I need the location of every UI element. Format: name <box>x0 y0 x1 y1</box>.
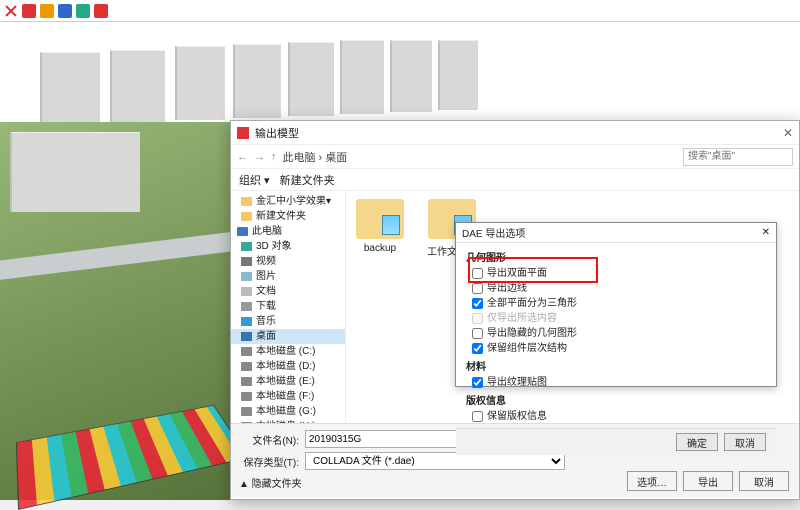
tree-item[interactable]: 本地磁盘 (E:) <box>231 374 345 389</box>
tree-item[interactable]: 本地磁盘 (G:) <box>231 404 345 419</box>
tree-label: 图片 <box>256 270 276 283</box>
section-copyright: 版权信息 <box>466 392 766 407</box>
close-icon[interactable]: ✕ <box>783 126 793 140</box>
cancel-button[interactable]: 取消 <box>724 433 766 451</box>
folder-icon <box>241 422 252 423</box>
tree-item[interactable]: 视频 <box>231 254 345 269</box>
tree-item[interactable]: 下载 <box>231 299 345 314</box>
cb-hidden-geom[interactable]: 导出隐藏的几何图形 <box>466 326 766 341</box>
new-folder-button[interactable]: 新建文件夹 <box>280 172 335 188</box>
cb-two-faces[interactable]: 导出双面平面 <box>466 266 766 281</box>
tree-label: 本地磁盘 (C:) <box>256 345 315 358</box>
folder-icon <box>241 347 252 356</box>
tree-label: 本地磁盘 (D:) <box>256 360 315 373</box>
cb-textures[interactable]: 导出纹理贴图 <box>466 375 766 390</box>
folder-icon <box>237 227 248 236</box>
section-material: 材料 <box>466 358 766 373</box>
back-icon[interactable]: ← <box>237 151 248 163</box>
search-input[interactable] <box>683 148 793 166</box>
folder-icon <box>241 212 252 221</box>
dae-options-dialog: DAE 导出选项 ✕ 几何图形 导出双面平面 导出边线 全部平面分为三角形 仅导… <box>455 222 777 387</box>
forward-icon[interactable]: → <box>254 151 265 163</box>
cb-hierarchy[interactable]: 保留组件层次结构 <box>466 341 766 356</box>
tree-label: 新建文件夹 <box>256 210 306 223</box>
tree-item[interactable]: 3D 对象 <box>231 239 345 254</box>
tool-icon[interactable] <box>76 4 90 18</box>
organize-menu[interactable]: 组织 ▾ <box>239 172 270 188</box>
tool-icon[interactable] <box>94 4 108 18</box>
tool-icon[interactable] <box>58 4 72 18</box>
hide-folders-toggle[interactable]: ▲ 隐藏文件夹 <box>239 475 302 490</box>
tree-label: 3D 对象 <box>256 240 292 253</box>
cb-only-selection: 仅导出所选内容 <box>466 311 766 326</box>
section-geometry: 几何图形 <box>466 249 766 264</box>
folder-icon <box>241 242 252 251</box>
tree-item[interactable]: 本地磁盘 (F:) <box>231 389 345 404</box>
folder-icon <box>241 407 252 416</box>
tool-icon[interactable] <box>22 4 36 18</box>
close-icon[interactable]: ✕ <box>762 227 770 238</box>
file-item[interactable]: backup <box>354 199 406 254</box>
tree-label: 本地磁盘 (E:) <box>256 375 315 388</box>
options-button[interactable]: 选项… <box>627 471 677 491</box>
cb-triangulate[interactable]: 全部平面分为三角形 <box>466 296 766 311</box>
folder-icon <box>241 362 252 371</box>
tree-label: 本地磁盘 (F:) <box>256 390 314 403</box>
folder-icon <box>241 287 252 296</box>
export-button[interactable]: 导出 <box>683 471 733 491</box>
options-title: DAE 导出选项 <box>462 225 525 240</box>
tree-item[interactable]: 音乐 <box>231 314 345 329</box>
tree-label: 文档 <box>256 285 276 298</box>
tree-label: 下载 <box>256 300 276 313</box>
tree-item[interactable]: 新建文件夹 <box>231 209 345 224</box>
file-label: backup <box>354 243 406 254</box>
tree-label: 此电脑 <box>252 225 282 238</box>
dialog-title: 输出模型 <box>255 125 299 141</box>
folder-icon <box>241 332 252 341</box>
folder-icon <box>241 197 252 206</box>
cancel-button[interactable]: 取消 <box>739 471 789 491</box>
tree-item[interactable]: 桌面 <box>231 329 345 344</box>
app-toolbar <box>0 0 800 22</box>
tree-item[interactable]: 图片 <box>231 269 345 284</box>
cb-edges[interactable]: 导出边线 <box>466 281 766 296</box>
up-icon[interactable]: ↑ <box>271 151 277 163</box>
tree-item[interactable]: 此电脑 <box>231 224 345 239</box>
tree-item[interactable]: 本地磁盘 (H:) <box>231 419 345 423</box>
tree-label: 本地磁盘 (G:) <box>256 405 316 418</box>
folder-icon <box>356 199 404 239</box>
tree-label: 桌面 <box>256 330 276 343</box>
tool-icon[interactable] <box>40 4 54 18</box>
folder-icon <box>241 317 252 326</box>
dialog-nav: ← → ↑ 此电脑 › 桌面 <box>231 145 799 169</box>
tree-item[interactable]: 金汇中小学效果▾ <box>231 194 345 209</box>
tree-label: 视频 <box>256 255 276 268</box>
tree-item[interactable]: 文档 <box>231 284 345 299</box>
folder-icon <box>241 272 252 281</box>
ok-button[interactable]: 确定 <box>676 433 718 451</box>
tree-label: 音乐 <box>256 315 276 328</box>
folder-icon <box>241 377 252 386</box>
cb-copyright[interactable]: 保留版权信息 <box>466 409 766 424</box>
filename-label: 文件名(N): <box>239 432 299 447</box>
filetype-label: 保存类型(T): <box>239 454 299 469</box>
tree-item[interactable]: 本地磁盘 (D:) <box>231 359 345 374</box>
folder-icon <box>241 392 252 401</box>
breadcrumb[interactable]: 此电脑 › 桌面 <box>283 149 678 165</box>
sketchup-icon <box>237 127 249 139</box>
folder-tree[interactable]: 金汇中小学效果▾ 新建文件夹此电脑 3D 对象视频图片文档下载音乐桌面本地磁盘 (C… <box>231 191 346 423</box>
dialog-titlebar: 输出模型 ✕ <box>231 121 799 145</box>
folder-icon <box>241 302 252 311</box>
tree-label: 金汇中小学效果▾ <box>256 195 331 208</box>
tool-icon[interactable] <box>4 4 18 18</box>
tree-item[interactable]: 本地磁盘 (C:) <box>231 344 345 359</box>
tree-label: 本地磁盘 (H:) <box>256 420 315 423</box>
folder-icon <box>241 257 252 266</box>
